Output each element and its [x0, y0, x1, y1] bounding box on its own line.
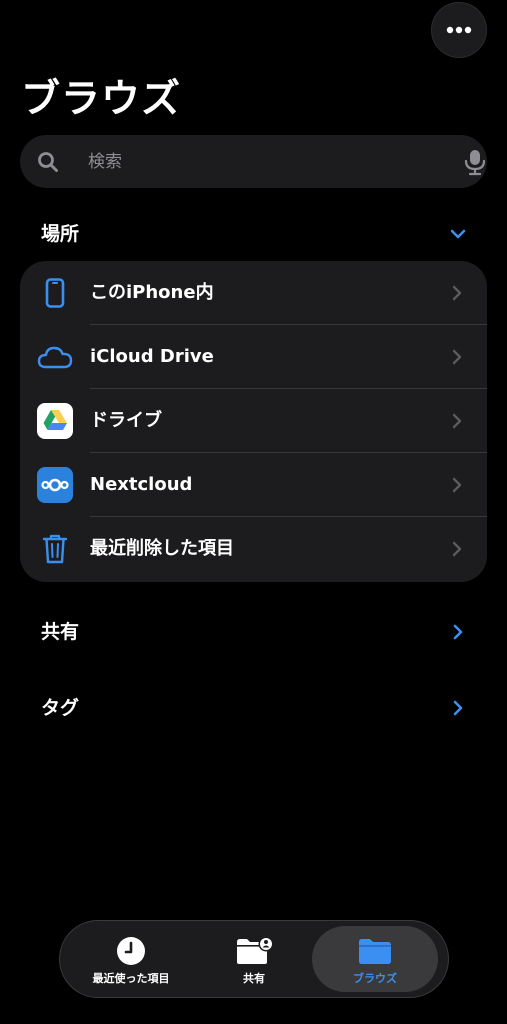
location-item-recently-deleted[interactable]: 最近削除した項目 — [20, 517, 487, 581]
ellipsis-icon — [446, 26, 472, 34]
section-header-tags[interactable]: タグ — [41, 696, 79, 720]
nextcloud-icon — [37, 467, 73, 503]
chevron-right-icon — [452, 413, 462, 429]
trash-icon — [37, 531, 73, 567]
location-label: ドライブ — [90, 410, 162, 431]
chevron-right-icon[interactable] — [448, 698, 468, 718]
location-label: 最近削除した項目 — [90, 538, 234, 559]
chevron-right-icon — [452, 285, 462, 301]
search-input[interactable] — [88, 135, 438, 188]
tab-shared[interactable]: 共有 — [191, 926, 317, 992]
location-label: iCloud Drive — [90, 346, 214, 367]
chevron-right-icon — [452, 349, 462, 365]
shared-folder-icon — [237, 936, 274, 964]
more-options-button[interactable] — [431, 2, 487, 58]
tab-recents[interactable]: 最近使った項目 — [68, 926, 194, 992]
icloud-icon — [37, 339, 73, 375]
location-item-nextcloud[interactable]: Nextcloud — [20, 453, 487, 517]
google-drive-icon — [37, 403, 73, 439]
microphone-icon[interactable] — [462, 148, 488, 176]
locations-list: このiPhone内 iCloud Drive ドライブ Nextcloud 最近… — [20, 261, 487, 582]
tab-label: 最近使った項目 — [92, 972, 170, 985]
chevron-right-icon[interactable] — [448, 622, 468, 642]
chevron-right-icon — [452, 541, 462, 557]
tab-browse[interactable]: ブラウズ — [312, 926, 438, 992]
location-label: Nextcloud — [90, 474, 193, 495]
tab-bar: 最近使った項目 共有 ブラウズ — [59, 920, 449, 998]
clock-icon — [117, 937, 145, 965]
search-icon — [38, 152, 58, 172]
chevron-down-icon[interactable] — [448, 224, 468, 244]
section-header-locations[interactable]: 場所 — [41, 222, 79, 246]
location-item-google-drive[interactable]: ドライブ — [20, 389, 487, 453]
tab-label: 共有 — [243, 972, 265, 985]
location-item-icloud-drive[interactable]: iCloud Drive — [20, 325, 487, 389]
search-bar[interactable] — [20, 135, 487, 188]
location-label: このiPhone内 — [90, 282, 214, 303]
chevron-right-icon — [452, 477, 462, 493]
page-title: ブラウズ — [21, 77, 182, 122]
section-header-shared[interactable]: 共有 — [41, 620, 79, 644]
folder-icon — [359, 939, 391, 964]
tab-label: ブラウズ — [353, 972, 397, 985]
iphone-icon — [37, 275, 73, 311]
location-item-this-iphone[interactable]: このiPhone内 — [20, 261, 487, 325]
